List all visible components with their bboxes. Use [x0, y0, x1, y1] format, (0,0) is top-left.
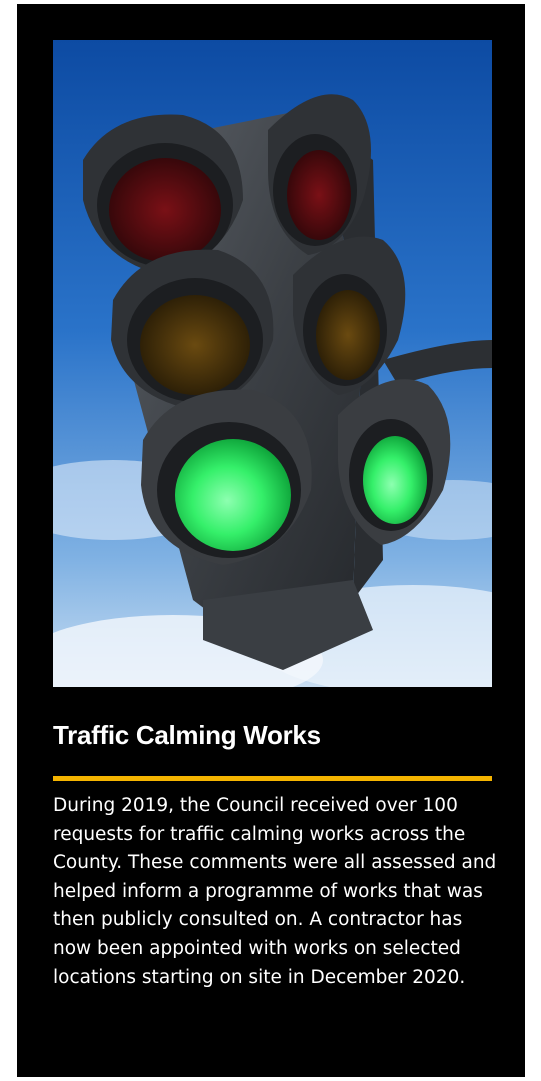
traffic-light-illustration — [53, 40, 492, 687]
article-body: During 2019, the Council received over 1… — [53, 795, 497, 988]
traffic-light-photo — [53, 40, 492, 687]
story-card: Traffic Calming Works During 2019, the C… — [17, 4, 525, 1077]
accent-divider — [53, 776, 492, 781]
article-title: Traffic Calming Works — [53, 720, 321, 750]
